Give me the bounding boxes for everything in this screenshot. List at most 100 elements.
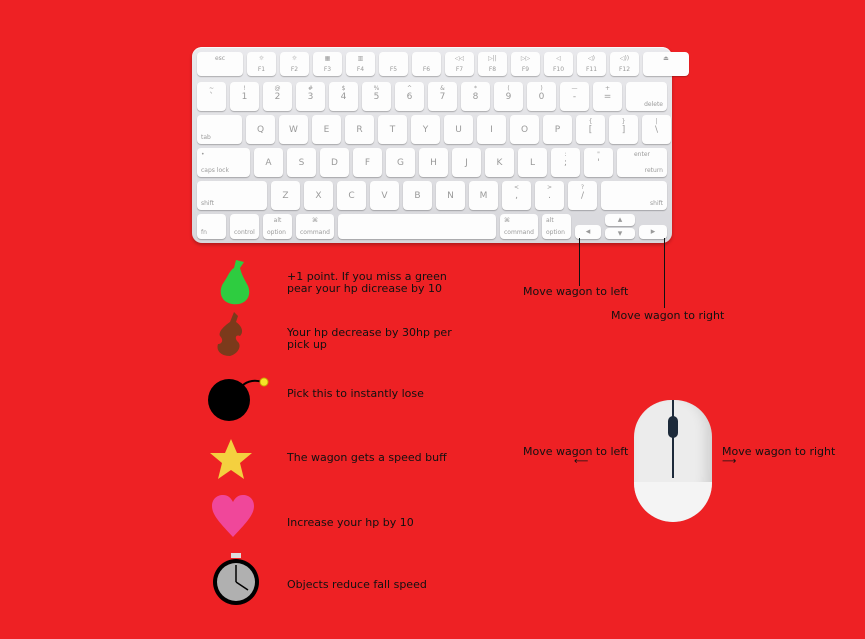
- num-key-7: & 7: [428, 82, 457, 111]
- num-key-2-label: 2: [274, 91, 281, 102]
- fn-key-2-label: F2: [290, 66, 299, 73]
- key-x-label: X: [315, 190, 322, 201]
- fn-key-3: ▦ F3: [313, 52, 342, 76]
- key-p: P: [543, 115, 572, 144]
- right-option-key: alt option: [542, 214, 571, 239]
- right-command-key: ⌘ command: [500, 214, 538, 239]
- key-f-label: F: [364, 157, 371, 168]
- fn-modifier-key-label: fn: [201, 229, 207, 236]
- num-key-3: #3: [296, 82, 325, 111]
- num-key-4-label: 4: [340, 91, 347, 102]
- down-arrow-key-label: ▾: [617, 228, 623, 239]
- key-r-label: R: [356, 124, 363, 135]
- bracket-key-0: {[: [576, 115, 605, 144]
- key-f: F: [353, 148, 382, 177]
- num-key--: — -: [560, 82, 589, 111]
- fn-key-13: ⏏: [643, 52, 689, 76]
- up-arrow-key-label: ▴: [617, 215, 623, 225]
- key-v-label: V: [381, 190, 388, 201]
- left-arrow-key-label: ◂: [585, 227, 591, 237]
- left-shift-key-label: shift: [201, 200, 214, 207]
- return-key-label: enter: [633, 151, 650, 158]
- legend-text-rotten-pear: Your hp decrease by 30hp per pick up: [287, 326, 452, 351]
- fn-key-7-label: F7: [455, 66, 464, 73]
- rotten-pear-icon: [217, 312, 243, 356]
- key-o: O: [510, 115, 539, 144]
- key-a-label: A: [265, 157, 272, 168]
- delete-key: delete: [626, 82, 667, 111]
- num-key-=-label: =: [603, 91, 612, 102]
- left-command-key-label: ⌘: [312, 217, 318, 224]
- key-v: V: [370, 181, 399, 210]
- right-option-key-label: alt: [546, 217, 554, 224]
- key-q: Q: [246, 115, 275, 144]
- key-l-label: L: [529, 157, 535, 168]
- right-arrow-key-label: ▸: [650, 227, 656, 237]
- key-g: G: [386, 148, 415, 177]
- left-shift-key: shift: [197, 181, 267, 210]
- right-arrow-key: ▸: [639, 225, 667, 239]
- up-arrow-key: ▴: [605, 214, 635, 226]
- num-key-4: $4: [329, 82, 358, 111]
- punct-key-1-label: ': [597, 157, 600, 168]
- num-key-6: ^ 6: [395, 82, 424, 111]
- mouse-scroll-wheel: [668, 416, 678, 438]
- fn-key-8-label: F8: [488, 66, 497, 73]
- num-key---label: -: [572, 91, 577, 102]
- tab-key: tab: [197, 115, 242, 144]
- key-c: C: [337, 181, 366, 210]
- control-key: control: [230, 214, 259, 239]
- fn-key-12-label: F12: [618, 66, 631, 73]
- key-m: M: [469, 181, 498, 210]
- punct-key-1: " ': [584, 148, 613, 177]
- key-m-label: M: [479, 190, 488, 201]
- fn-key-2-label: ☼: [291, 55, 298, 62]
- fn-key-9: ▷▷ F9: [511, 52, 540, 76]
- num-key-7-label: 7: [439, 91, 446, 102]
- key-z-label: Z: [282, 190, 289, 201]
- star-icon: [210, 439, 252, 479]
- key-k-label: K: [496, 157, 503, 168]
- return-key-label: return: [644, 167, 663, 174]
- legend-text-green-pear: +1 point. If you miss a green pear your …: [287, 270, 447, 295]
- right-option-key-label: option: [546, 229, 565, 236]
- punct-key-0: :;: [551, 148, 580, 177]
- num-key-`: ~ `: [197, 82, 226, 111]
- key-n: N: [436, 181, 465, 210]
- fn-key-0: esc: [197, 52, 243, 76]
- stopwatch-icon: [213, 553, 259, 605]
- key-d-label: D: [331, 157, 338, 168]
- key-z: Z: [271, 181, 300, 210]
- bracket-key-2-label: \: [654, 124, 659, 135]
- left-command-key-label: command: [300, 229, 330, 236]
- legend-text-star: The wagon gets a speed buff: [287, 451, 447, 464]
- key-n-label: N: [447, 190, 454, 201]
- right-command-key-label: command: [504, 229, 534, 236]
- left-command-key: ⌘ command: [296, 214, 334, 239]
- left-option-key-label: alt: [273, 217, 282, 224]
- fn-key-4-label: ▥: [357, 55, 364, 62]
- left-arrow-key: ◂: [575, 225, 601, 239]
- key-y-label: Y: [422, 124, 429, 135]
- bracket-key-1-label: ]: [621, 124, 626, 135]
- key-t: T: [378, 115, 407, 144]
- key-h: H: [419, 148, 448, 177]
- mouse-annotation-right: Move wagon to right: [722, 445, 836, 458]
- key-j: J: [452, 148, 481, 177]
- key-e-label: E: [323, 124, 330, 135]
- fn-key-7-label: ◁◁: [454, 55, 465, 62]
- key-x: X: [304, 181, 333, 210]
- key-y: Y: [411, 115, 440, 144]
- control-key-label: control: [234, 229, 255, 236]
- fn-key-1-label: F1: [257, 66, 266, 73]
- space-bar: [338, 214, 496, 239]
- key-w: W: [279, 115, 308, 144]
- left-option-key: alt option: [263, 214, 292, 239]
- num-key-`-label: `: [209, 91, 214, 102]
- fn-key-10-label: F10: [552, 66, 565, 73]
- key-s-label: S: [298, 157, 305, 168]
- legend-text-stopwatch: Objects reduce fall speed: [287, 578, 427, 591]
- bracket-key-0-label: [: [588, 124, 593, 135]
- fn-key-4-label: F4: [356, 66, 365, 73]
- num-key-2: @2: [263, 82, 292, 111]
